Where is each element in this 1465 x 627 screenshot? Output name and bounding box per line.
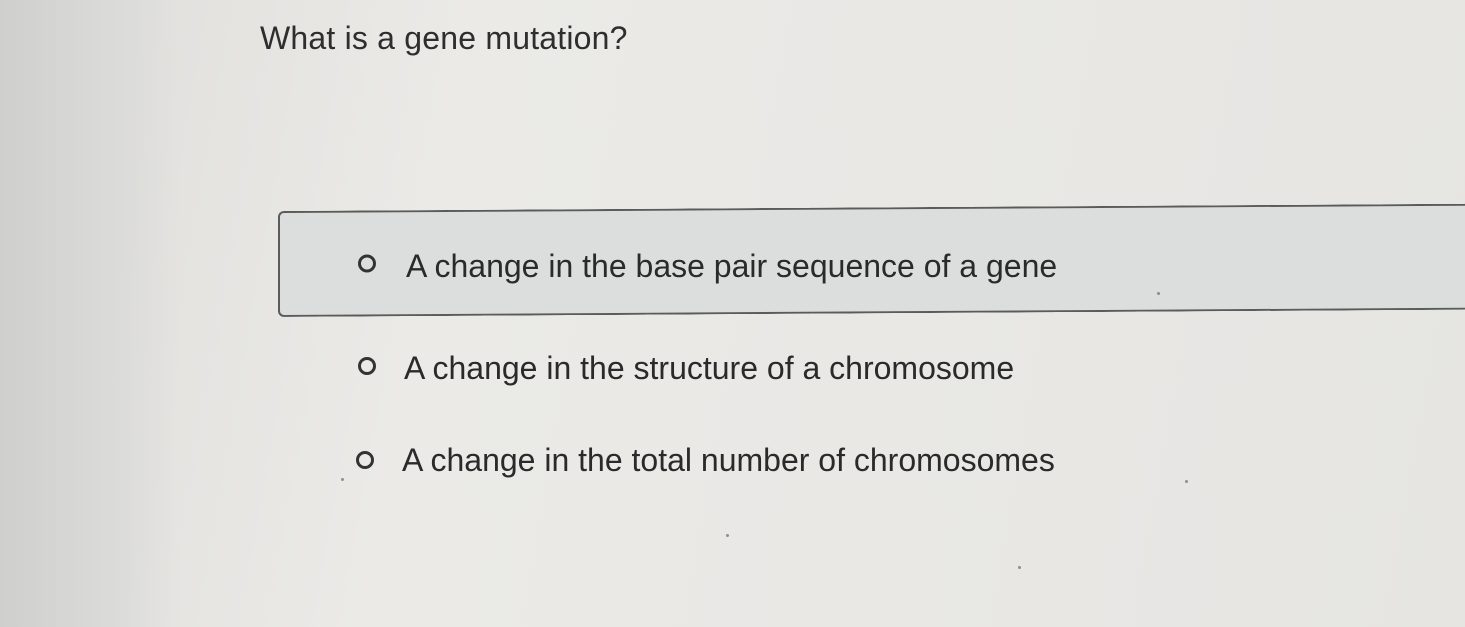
answer-option-2[interactable]: A change in the structure of a chromosom… — [278, 317, 1465, 413]
radio-button-option-1[interactable] — [358, 254, 376, 273]
answer-option-label-3: A change in the total number of chromoso… — [402, 442, 1055, 478]
screen-speck — [1018, 566, 1021, 569]
answer-option-1[interactable]: A change in the base pair sequence of a … — [278, 203, 1465, 317]
screen-speck — [726, 534, 729, 537]
left-edge-shadow — [0, 0, 180, 627]
radio-button-option-3[interactable] — [356, 451, 374, 469]
screen-speck — [341, 478, 344, 481]
radio-button-option-2[interactable] — [358, 357, 376, 375]
screen-speck — [1157, 292, 1160, 295]
question-text: What is a gene mutation? — [260, 20, 628, 56]
answer-option-label-1: A change in the base pair sequence of a … — [406, 248, 1058, 285]
answer-option-label-2: A change in the structure of a chromosom… — [404, 350, 1015, 386]
screen-speck — [1185, 480, 1188, 483]
answer-option-3[interactable]: A change in the total number of chromoso… — [278, 413, 1465, 509]
answer-options: A change in the base pair sequence of a … — [278, 203, 1465, 509]
